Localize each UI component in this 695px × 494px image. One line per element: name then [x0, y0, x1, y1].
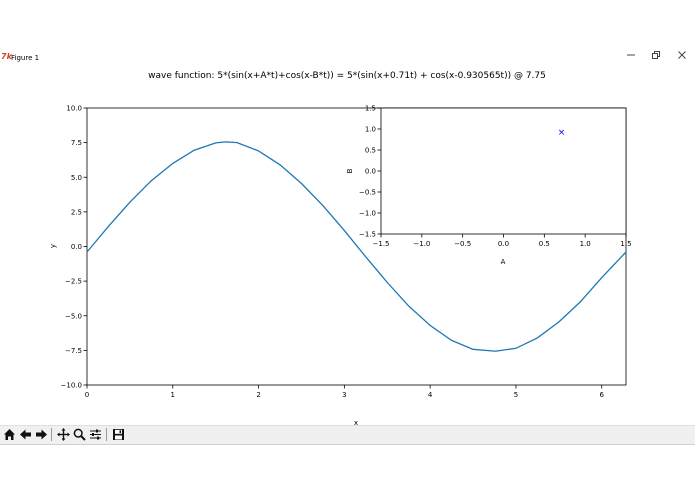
y-tick-label: 0.0: [71, 243, 82, 251]
inset-x-label: A: [501, 258, 506, 266]
x-tick-label: 4: [428, 391, 433, 399]
y-tick-label: 10.0: [66, 105, 82, 113]
inset-x-tick-label: 0.5: [539, 240, 550, 248]
arrow-left-icon: [20, 429, 31, 440]
x-tick-label: 6: [599, 391, 604, 399]
y-tick-label: 7.5: [71, 139, 82, 147]
inset-y-tick-label: 0.5: [365, 147, 376, 155]
forward-button[interactable]: [34, 427, 49, 442]
x-tick-label: 3: [342, 391, 346, 399]
inset-x-tick-label: 1.0: [580, 240, 591, 248]
navigation-toolbar: [0, 425, 695, 445]
inset-y-label: B: [346, 168, 354, 173]
y-tick-label: −10.0: [61, 382, 82, 390]
home-icon: [4, 429, 15, 440]
main-y-ticks: 10.0 7.5 5.0 2.5 0.0 −2.5 −5.0 −7.5 −10.0: [61, 105, 87, 390]
zoom-button[interactable]: [72, 427, 87, 442]
inset-y-tick-label: −0.5: [359, 189, 376, 197]
chart-title: wave function: 5*(sin(x+A*t)+cos(x-B*t))…: [148, 71, 546, 81]
inset-points: ×: [558, 128, 566, 138]
inset-y-tick-label: 1.0: [365, 126, 376, 134]
x-tick-label: 5: [514, 391, 518, 399]
toolbar-separator: [106, 428, 107, 441]
zoom-icon: [73, 428, 86, 441]
y-tick-label: 2.5: [71, 208, 82, 216]
y-tick-label: 5.0: [71, 174, 82, 182]
inset-x-tick-label: 0.0: [498, 240, 509, 248]
save-button[interactable]: [111, 427, 126, 442]
restore-icon: [652, 51, 660, 59]
main-x-ticks: 0 1 2 3 4 5 6: [85, 385, 604, 399]
configure-subplots-button[interactable]: [88, 427, 103, 442]
x-tick-label: 0: [85, 391, 89, 399]
y-tick-label: −5.0: [65, 312, 82, 320]
inset-x-tick-label: −1.0: [413, 240, 430, 248]
inset-y-tick-label: 1.5: [365, 105, 376, 113]
y-tick-label: −7.5: [65, 347, 82, 355]
ab-point-marker: ×: [558, 128, 566, 138]
inset-x-tick-label: −0.5: [454, 240, 471, 248]
home-button[interactable]: [2, 427, 17, 442]
x-tick-label: 2: [256, 391, 260, 399]
x-tick-label: 1: [171, 391, 175, 399]
y-tick-label: −2.5: [65, 278, 82, 286]
inset-y-tick-label: −1.0: [359, 210, 376, 218]
figure-canvas[interactable]: wave function: 5*(sin(x+A*t)+cos(x-B*t))…: [0, 62, 695, 425]
inset-y-tick-label: 0.0: [365, 168, 376, 176]
inset-plot-area: [380, 107, 627, 235]
arrow-right-icon: [36, 429, 47, 440]
pan-button[interactable]: [56, 427, 71, 442]
figure-window: 7k Figure 1 wave function: 5*(sin(x+A*t)…: [0, 0, 695, 494]
close-icon: [678, 51, 686, 59]
y-axis-label: y: [49, 244, 57, 248]
back-button[interactable]: [18, 427, 33, 442]
inset-x-tick-label: −1.5: [373, 240, 390, 248]
sliders-icon: [90, 429, 101, 440]
minimize-icon: [627, 54, 635, 56]
inset-x-tick-label: 1.5: [620, 240, 631, 248]
inset-y-tick-label: −1.5: [359, 231, 376, 239]
toolbar-separator: [51, 428, 52, 441]
move-icon: [57, 428, 70, 441]
floppy-disk-icon: [113, 429, 124, 440]
